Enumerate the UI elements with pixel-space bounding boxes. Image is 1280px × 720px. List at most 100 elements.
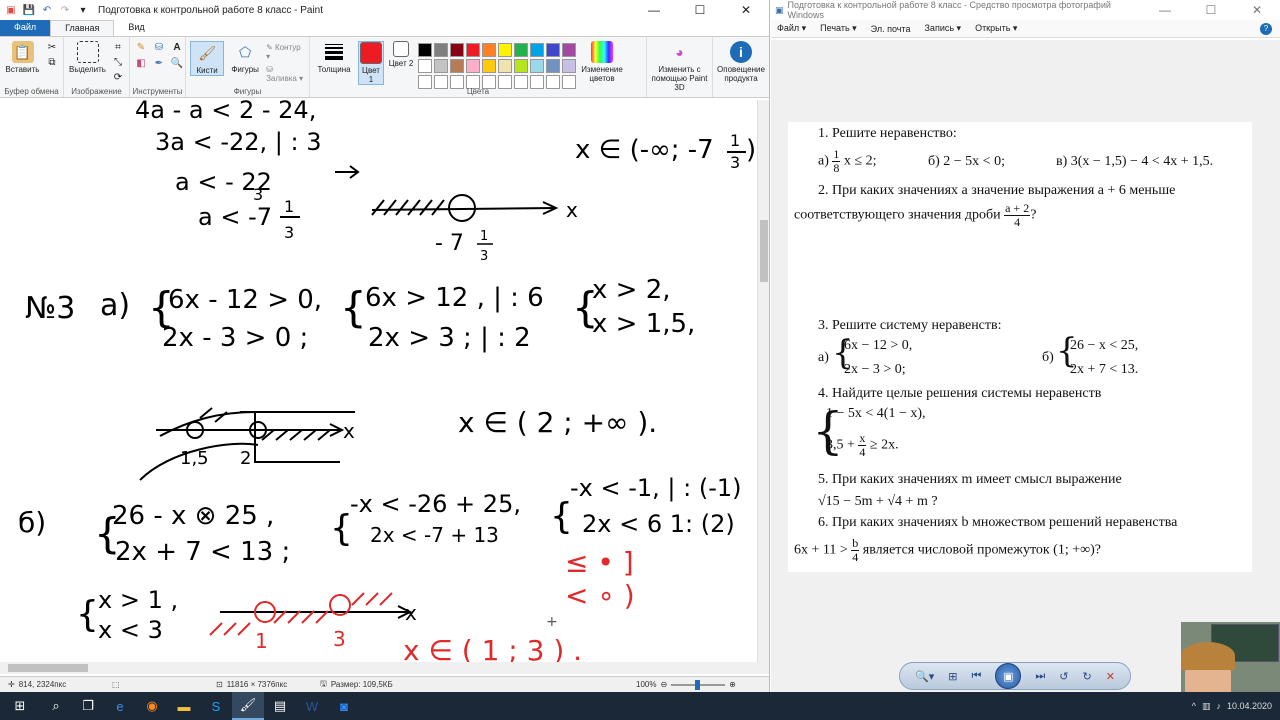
tray-arrow-icon[interactable]: ^ <box>1192 701 1196 711</box>
eraser-icon[interactable]: ◧ <box>134 57 148 69</box>
horizontal-scrollbar[interactable] <box>0 662 769 674</box>
paint3d-icon: ◕ <box>675 44 684 60</box>
text-tool-icon[interactable]: A <box>170 41 184 53</box>
palette-swatch[interactable] <box>450 43 464 57</box>
start-icon[interactable]: ⊞ <box>0 692 40 720</box>
magnifier-icon[interactable]: 🔍 <box>170 57 184 69</box>
tab-view[interactable]: Вид <box>114 20 158 36</box>
rotate-right-icon[interactable]: ↻ <box>1082 670 1091 683</box>
zoom-app-icon[interactable]: ◙ <box>328 692 360 720</box>
firefox-icon[interactable]: ◉ <box>136 692 168 720</box>
palette-swatch[interactable] <box>498 59 512 73</box>
color1-button[interactable]: Цвет 1 <box>358 41 384 85</box>
palette-swatch[interactable] <box>530 43 544 57</box>
palette-swatch[interactable] <box>546 59 560 73</box>
palette-swatch[interactable] <box>434 43 448 57</box>
paint-canvas[interactable]: 4a - a < 2 - 24, 3a < -22, | : 3 a < - 2… <box>0 100 769 662</box>
slideshow-button[interactable]: ▣ <box>995 663 1022 689</box>
menu-email[interactable]: Эл. почта <box>871 24 911 34</box>
actual-size-icon[interactable]: ⊞ <box>948 670 957 683</box>
brushes-button[interactable]: 🖌 Кисти <box>190 41 225 76</box>
network-icon[interactable]: ▥ <box>1202 701 1211 712</box>
horizontal-scroll-thumb[interactable] <box>8 664 88 672</box>
product-alert-button[interactable]: i Оповещение продукта <box>717 41 765 83</box>
paint3d-button[interactable]: ◕ Изменить с помощью Paint 3D <box>651 41 708 92</box>
paste-button[interactable]: 📋 Вставить <box>4 41 41 74</box>
palette-swatch[interactable] <box>450 59 464 73</box>
clock-date[interactable]: 10.04.2020 <box>1227 701 1272 711</box>
save-icon[interactable]: 💾 <box>22 3 36 17</box>
rotate-left-icon[interactable]: ↺ <box>1059 670 1068 683</box>
maximize-button[interactable]: ☐ <box>677 3 723 17</box>
zoom-out-button[interactable]: ⊖ <box>660 680 667 689</box>
viewer-close-button[interactable]: ✕ <box>1234 3 1280 17</box>
edit-colors-button[interactable]: Изменение цветов <box>580 41 624 83</box>
vertical-scrollbar[interactable] <box>757 100 769 662</box>
tab-home[interactable]: Главная <box>50 20 115 36</box>
redo-icon[interactable]: ↷ <box>58 3 72 17</box>
palette-swatch[interactable] <box>434 59 448 73</box>
q3-a-label: а) <box>818 350 829 365</box>
copy-icon[interactable]: ⧉ <box>45 56 59 68</box>
minimize-button[interactable]: — <box>631 3 677 17</box>
tab-file[interactable]: Файл <box>0 20 51 36</box>
menu-print[interactable]: Печать ▾ <box>820 23 857 34</box>
paint-taskbar-icon[interactable]: 🖌 <box>232 692 264 720</box>
skype-icon[interactable]: S <box>200 692 232 720</box>
menu-open[interactable]: Открыть ▾ <box>975 23 1017 34</box>
rotate-icon[interactable]: ⟳ <box>111 71 125 83</box>
crop-icon[interactable]: ⌗ <box>111 41 125 53</box>
palette-swatch[interactable] <box>514 59 528 73</box>
volume-icon[interactable]: ♪ <box>1216 701 1221 711</box>
menu-burn[interactable]: Запись ▾ <box>925 23 962 34</box>
pencil-icon[interactable]: ✎ <box>134 41 148 53</box>
menu-file[interactable]: Файл ▾ <box>777 23 806 34</box>
fill-bucket-icon[interactable]: ⛁ <box>152 41 166 53</box>
photo-viewer-taskbar-icon[interactable]: ▤ <box>264 692 296 720</box>
zoom-icon[interactable]: 🔍▾ <box>915 670 934 683</box>
close-button[interactable]: ✕ <box>723 3 769 17</box>
edge-icon[interactable]: e <box>104 692 136 720</box>
palette-swatch[interactable] <box>562 43 576 57</box>
shapes-button[interactable]: ⬠ Фигуры <box>228 41 262 75</box>
hw-line-3-den: 3 <box>253 185 263 204</box>
palette-swatch[interactable] <box>466 43 480 57</box>
outline-dropdown[interactable]: ✎ Контур ▾ <box>266 43 305 61</box>
task-view-icon[interactable]: ❐ <box>72 692 104 720</box>
color2-button[interactable]: Цвет 2 <box>388 41 414 68</box>
palette-swatch[interactable] <box>546 43 560 57</box>
cut-icon[interactable]: ✂ <box>45 41 59 53</box>
palette-swatch[interactable] <box>482 43 496 57</box>
help-icon[interactable]: ? <box>1260 22 1272 35</box>
select-button[interactable]: Выделить <box>68 41 107 74</box>
viewer-minimize-button[interactable]: — <box>1142 3 1188 17</box>
zoom-slider[interactable] <box>671 679 726 690</box>
next-icon[interactable]: ⏭ <box>1035 670 1045 683</box>
zoom-in-button[interactable]: ⊕ <box>729 680 736 689</box>
fill-dropdown[interactable]: ⛁ Заливка ▾ <box>266 65 305 83</box>
zoom-slider-thumb[interactable] <box>695 679 701 690</box>
file-explorer-icon[interactable]: ▬ <box>168 692 200 720</box>
system-tray: ^ ▥ ♪ 10.04.2020 <box>1192 701 1280 712</box>
status-selection: ⬚ <box>112 680 216 689</box>
palette-swatch[interactable] <box>482 59 496 73</box>
undo-icon[interactable]: ↶ <box>40 3 54 17</box>
vertical-scroll-thumb[interactable] <box>760 220 768 282</box>
palette-swatch[interactable] <box>514 43 528 57</box>
delete-icon[interactable]: ✕ <box>1106 670 1115 683</box>
resize-icon[interactable]: ⤡ <box>111 56 125 68</box>
word-icon[interactable]: W <box>296 692 328 720</box>
palette-swatch[interactable] <box>498 43 512 57</box>
palette-swatch[interactable] <box>530 59 544 73</box>
status-cursor: ✛ 814, 2324пкс <box>8 680 67 689</box>
viewer-maximize-button[interactable]: ☐ <box>1188 3 1234 17</box>
thickness-button[interactable]: Толщина <box>314 41 354 74</box>
previous-icon[interactable]: ⏮ <box>971 670 981 683</box>
palette-swatch[interactable] <box>466 59 480 73</box>
palette-swatch[interactable] <box>418 43 432 57</box>
search-icon[interactable]: ⌕ <box>40 692 72 720</box>
palette-swatch[interactable] <box>562 59 576 73</box>
color-picker-icon[interactable]: ✒ <box>152 57 166 69</box>
quick-access-dropdown-icon[interactable]: ▾ <box>76 3 90 17</box>
palette-swatch[interactable] <box>418 59 432 73</box>
